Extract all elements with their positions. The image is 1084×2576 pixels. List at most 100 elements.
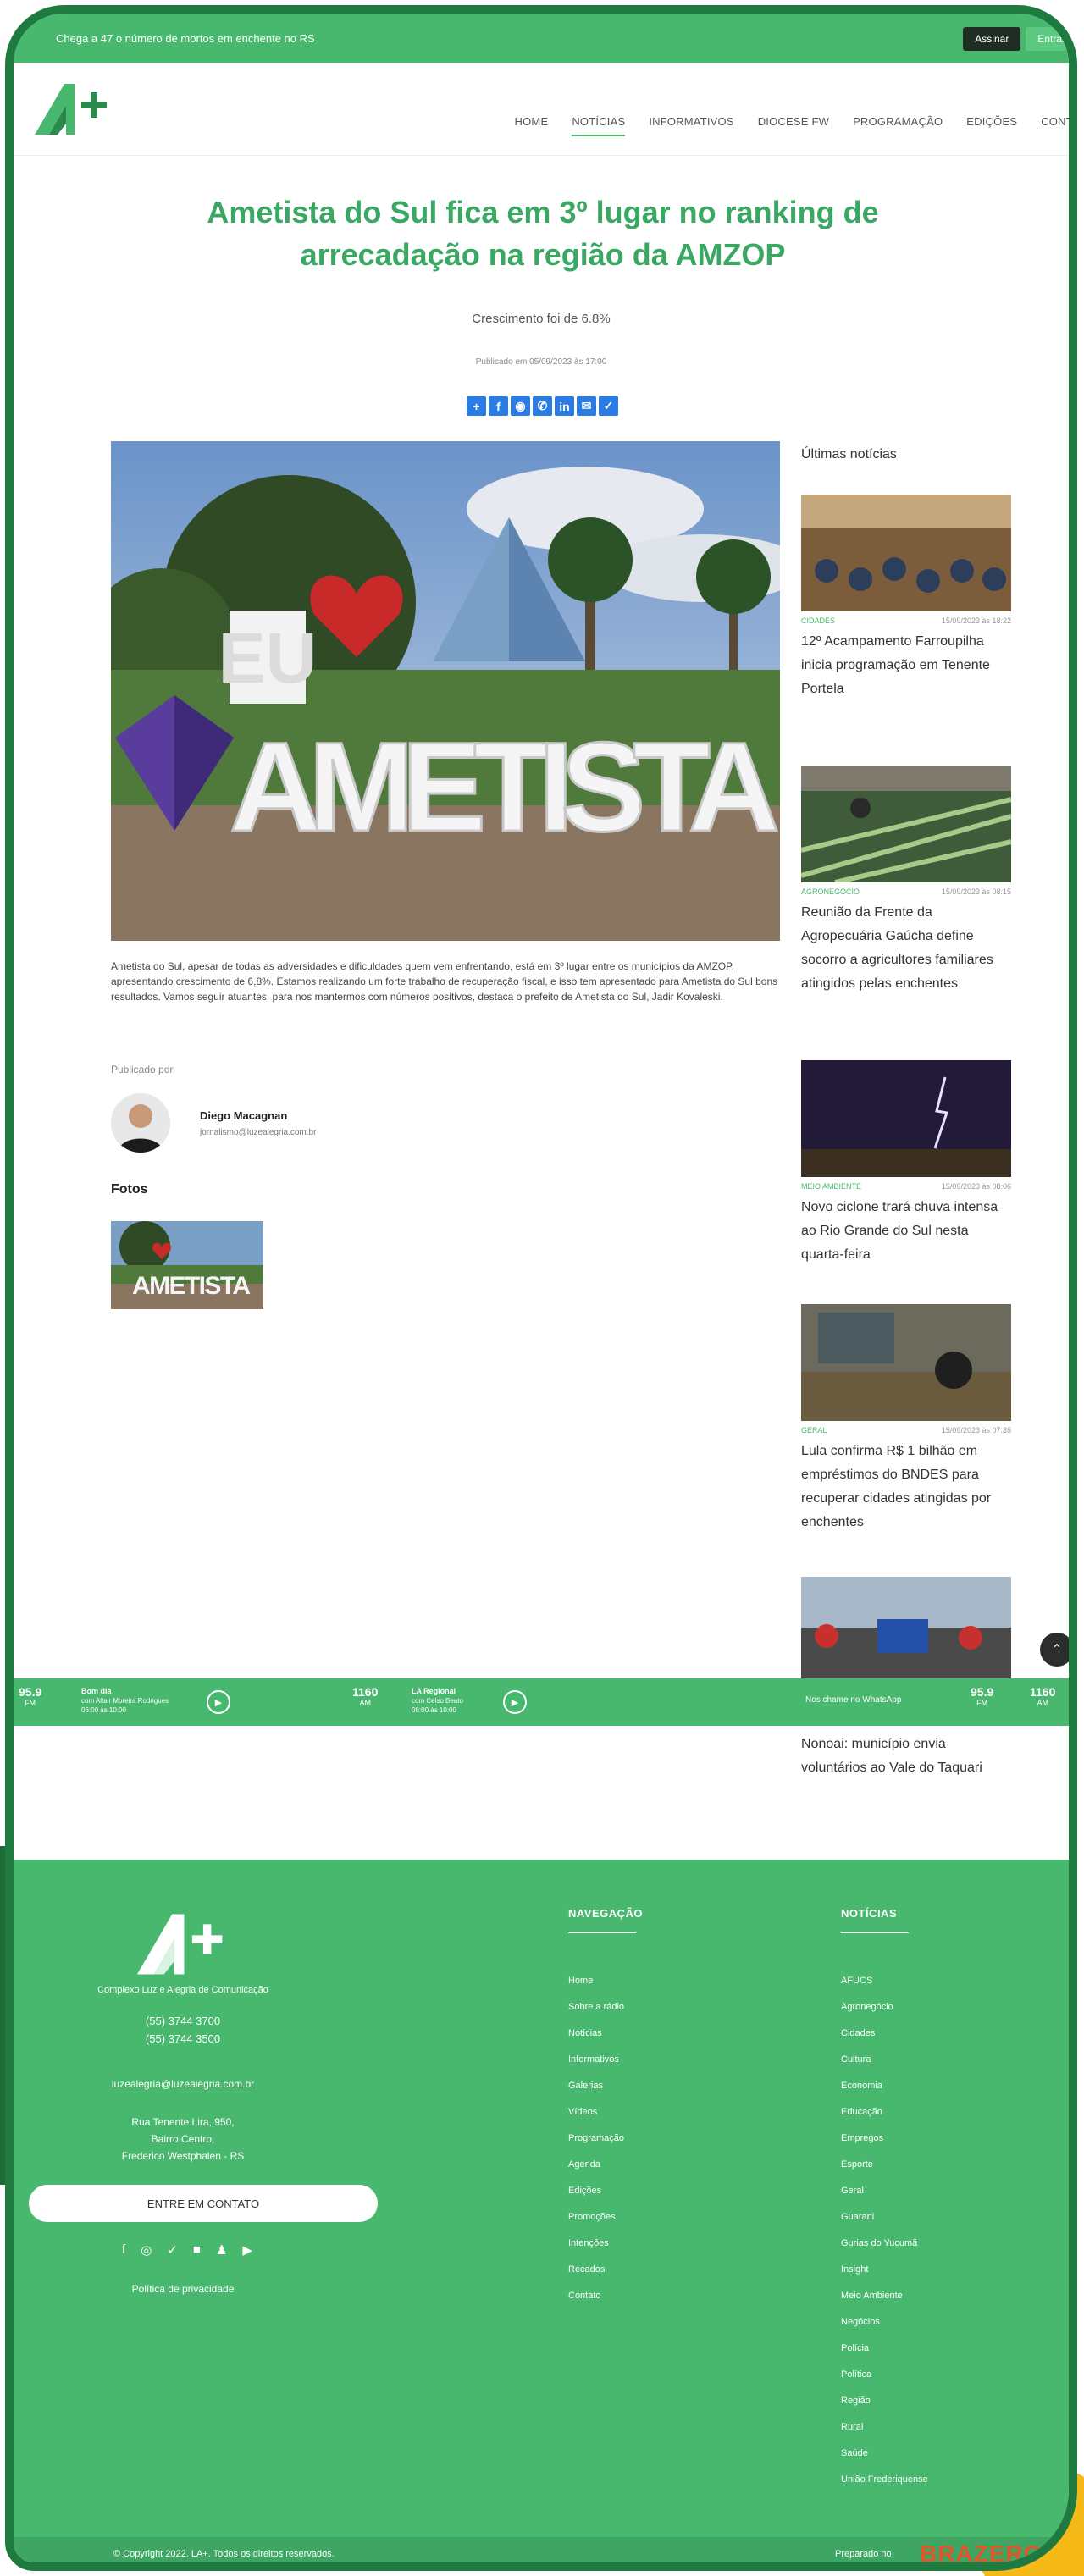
footer-news-link[interactable]: Empregos	[841, 2125, 928, 2152]
footer-nav-link[interactable]: Home	[568, 1968, 624, 1994]
whatsapp-cta[interactable]: Nos chame no WhatsApp	[805, 1695, 901, 1705]
footer-news-link[interactable]: Agronegócio	[841, 1994, 928, 2020]
footer-news-link[interactable]: Esporte	[841, 2152, 928, 2178]
twitter-icon[interactable]: ✓	[599, 396, 618, 416]
phone-number[interactable]: (55) 3744 3700	[47, 2012, 318, 2030]
nav-informativos[interactable]: INFORMATIVOS	[649, 115, 733, 136]
twitter-icon[interactable]: ✓	[167, 2242, 178, 2258]
footer-nav-link[interactable]: Vídeos	[568, 2099, 624, 2125]
footer-news-link[interactable]: Meio Ambiente	[841, 2283, 928, 2309]
footer-nav-link[interactable]: Recados	[568, 2257, 624, 2283]
footer-news-link[interactable]: União Frederiquense	[841, 2467, 928, 2493]
news-card-title[interactable]: Reunião da Frente da Agropecuária Gaúcha…	[801, 901, 1011, 996]
news-card-image[interactable]	[801, 1304, 1011, 1421]
news-card-image[interactable]	[801, 1577, 1011, 1678]
nav-contato[interactable]: CONTATO	[1041, 115, 1069, 136]
author-email[interactable]: jornalismo@luzealegria.com.br	[200, 1128, 316, 1137]
footer-nav-link[interactable]: Notícias	[568, 2020, 624, 2047]
footer-nav-link[interactable]: Sobre a rádio	[568, 1994, 624, 2020]
photo-thumbnail[interactable]: AMETISTA	[111, 1221, 263, 1309]
news-card-image[interactable]	[801, 495, 1011, 611]
android-icon[interactable]: ♟	[216, 2242, 227, 2258]
news-card[interactable]: MEIO AMBIENTE 15/09/2023 às 08:06 Novo ci…	[801, 1060, 1011, 1267]
nav-noticias[interactable]: NOTÍCIAS	[572, 115, 626, 136]
facebook-icon[interactable]: f	[489, 396, 508, 416]
footer-news-link[interactable]: Rural	[841, 2414, 928, 2441]
footer-nav-link[interactable]: Informativos	[568, 2047, 624, 2073]
footer-nav-link[interactable]: Agenda	[568, 2152, 624, 2178]
news-card-title[interactable]: Lula confirma R$ 1 bilhão em empréstimos…	[801, 1440, 1011, 1534]
footer-news-link[interactable]: Política	[841, 2362, 928, 2388]
play-store-icon[interactable]: ▶	[242, 2242, 252, 2258]
footer-nav-link[interactable]: Intenções	[568, 2231, 624, 2257]
article-main-image[interactable]: EU AMETISTA	[111, 441, 780, 941]
news-card-category[interactable]: AGRONEGÓCIO	[801, 887, 860, 896]
footer-news-link[interactable]: Economia	[841, 2073, 928, 2099]
instagram-icon[interactable]: ◎	[141, 2242, 152, 2258]
radio-frequency[interactable]: 95.9 FM	[971, 1685, 993, 1707]
nav-programacao[interactable]: PROGRAMAÇÃO	[853, 115, 943, 136]
footer-news-link[interactable]: Guarani	[841, 2204, 928, 2231]
footer-news-link[interactable]: Cidades	[841, 2020, 928, 2047]
news-card[interactable]: GERAL 15/09/2023 às 07:35 Lula confirma R…	[801, 1304, 1011, 1534]
footer-news-link[interactable]: Saúde	[841, 2441, 928, 2467]
radio-frequency[interactable]: 1160 AM	[1030, 1685, 1055, 1707]
privacy-link[interactable]: Política de privacidade	[47, 2283, 318, 2295]
news-card-category[interactable]: GERAL	[801, 1426, 827, 1434]
footer-news-link[interactable]: Insight	[841, 2257, 928, 2283]
nav-edicoes[interactable]: EDIÇÕES	[966, 115, 1017, 136]
footer-news-link[interactable]: Gurias do Yucumã	[841, 2231, 928, 2257]
footer-nav-link[interactable]: Galerias	[568, 2073, 624, 2099]
radio-frequency[interactable]: 95.9 FM	[19, 1685, 41, 1707]
news-card-title[interactable]: Novo ciclone trará chuva intensa ao Rio …	[801, 1196, 1011, 1267]
article-published-date: Publicado em 05/09/2023 às 17:00	[475, 357, 607, 367]
nav-diocese[interactable]: DIOCESE FW	[758, 115, 829, 136]
whatsapp-icon[interactable]: ✆	[533, 396, 552, 416]
news-card-category[interactable]: MEIO AMBIENTE	[801, 1182, 861, 1191]
footer-news-link[interactable]: Geral	[841, 2178, 928, 2204]
play-icon[interactable]: ▶	[503, 1690, 527, 1714]
news-card[interactable]: CIDADES 15/09/2023 às 18:22 12º Acampamen…	[801, 495, 1011, 701]
news-card-image[interactable]	[801, 766, 1011, 882]
footer-news-link[interactable]: Região	[841, 2388, 928, 2414]
footer-news-list: AFUCS Agronegócio Cidades Cultura Economia Ed…	[841, 1968, 928, 2493]
nav-home[interactable]: HOME	[515, 115, 549, 136]
footer-logo[interactable]	[132, 1906, 242, 1982]
radio-program-info: LA Regional com Celso Beato 08:00 às 10:…	[412, 1687, 463, 1714]
footer-news-link[interactable]: Cultura	[841, 2047, 928, 2073]
play-icon[interactable]: ▶	[207, 1690, 230, 1714]
footer-nav-link[interactable]: Programação	[568, 2125, 624, 2152]
news-card-image[interactable]	[801, 1060, 1011, 1177]
news-ticker[interactable]: Chega a 47 o número de mortos em enchent…	[56, 32, 315, 45]
news-card-title[interactable]: 12º Acampamento Farroupilha inicia progr…	[801, 630, 1011, 701]
subscribe-button[interactable]: Assinar	[963, 27, 1021, 51]
contact-button[interactable]: ENTRE EM CONTATO	[29, 2185, 378, 2222]
linkedin-icon[interactable]: in	[555, 396, 574, 416]
latest-news-heading: Últimas notícias	[801, 447, 897, 462]
footer-email[interactable]: luzealegria@luzealegria.com.br	[47, 2078, 318, 2090]
developer-logo[interactable]: BRAZERO	[920, 2540, 1043, 2562]
footer-news-link[interactable]: AFUCS	[841, 1968, 928, 1994]
news-card[interactable]	[801, 1577, 1011, 1678]
site-logo[interactable]	[30, 80, 124, 139]
footer-news-link[interactable]: Negócios	[841, 2309, 928, 2336]
footer-nav-link[interactable]: Edições	[568, 2178, 624, 2204]
footer-nav-link[interactable]: Promoções	[568, 2204, 624, 2231]
facebook-icon[interactable]: f	[122, 2242, 125, 2258]
email-icon[interactable]: ✉	[577, 396, 596, 416]
plus-icon[interactable]: +	[467, 396, 486, 416]
divider	[568, 1932, 636, 1933]
messenger-icon[interactable]: ◉	[511, 396, 530, 416]
article-body: Ametista do Sul, apesar de todas as adve…	[111, 960, 778, 1003]
footer-news-link[interactable]: Educação	[841, 2099, 928, 2125]
youtube-icon[interactable]: ■	[193, 2242, 201, 2258]
news-card-date: 15/09/2023 às 07:35	[941, 1426, 1011, 1434]
phone-number[interactable]: (55) 3744 3500	[47, 2030, 318, 2048]
radio-frequency[interactable]: 1160 AM	[352, 1685, 378, 1707]
news-card-title[interactable]: Nonoai: município envia voluntários ao V…	[801, 1733, 1011, 1780]
news-card-category[interactable]: CIDADES	[801, 616, 835, 625]
scroll-top-button[interactable]: ⌃	[1040, 1633, 1069, 1667]
footer-nav-link[interactable]: Contato	[568, 2283, 624, 2309]
news-card[interactable]: AGRONEGÓCIO 15/09/2023 às 08:15 Reunião d…	[801, 766, 1011, 996]
footer-news-link[interactable]: Polícia	[841, 2336, 928, 2362]
